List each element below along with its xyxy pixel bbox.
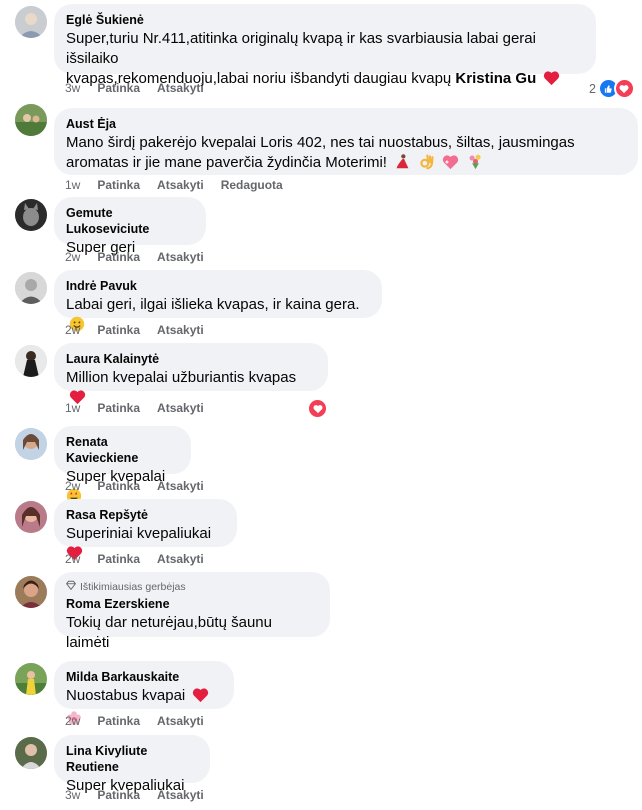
comment-bubble: Rasa Repšytė Superiniai kvepaliukai [54,499,237,561]
comment-actions: 1w Patinka Atsakyti Redaguota [65,177,283,193]
top-fan-badge[interactable]: Ištikimiausias gerbėjas [65,580,318,594]
reaction-summary[interactable]: 2 [589,78,635,99]
reply-button[interactable]: Atsakyti [157,80,204,96]
timestamp[interactable]: 2w [65,478,80,494]
comment-bubble: Laura Kalainytė Million kvepalai užburia… [54,343,328,405]
reply-button[interactable]: Atsakyti [157,478,204,494]
avatar[interactable] [15,428,47,460]
avatar[interactable] [15,272,47,304]
author-name[interactable]: Indrė Pavuk [66,278,370,294]
author-name[interactable]: Laura Kalainytė [66,351,316,367]
timestamp[interactable]: 1w [65,400,80,416]
timestamp[interactable]: 1w [65,177,80,193]
avatar[interactable] [15,501,47,533]
author-name[interactable]: Eglė Šukienė [66,12,584,28]
timestamp[interactable]: 3w [65,80,80,96]
avatar[interactable] [15,663,47,695]
like-button[interactable]: Patinka [97,249,140,265]
sparkling-heart-emoji-icon [442,154,459,176]
like-button[interactable]: Patinka [97,787,140,803]
timestamp[interactable]: 2w [65,249,80,265]
comment-actions: 2w Patinka Atsakyti [65,551,204,567]
author-name[interactable]: Milda Barkauskaite [66,669,222,685]
tagged-user[interactable]: Kristina Gu [455,70,536,87]
reply-button[interactable]: Atsakyti [157,787,204,803]
like-button[interactable]: Patinka [97,713,140,729]
like-button[interactable]: Patinka [97,551,140,567]
author-name[interactable]: Lina Kivyliute Reutiene [66,743,198,775]
diamond-icon [65,580,77,594]
comment-text: Mano širdį pakerėjo kvepalai Loris 402, … [66,133,626,176]
comment-bubble: Gemute Lukoseviciute Super geri [54,197,206,256]
comment-bubble: Indrė Pavuk Labai geri, ilgai išlieka kv… [54,270,382,332]
timestamp[interactable]: 2w [65,713,80,729]
reply-button[interactable]: Atsakyti [157,322,204,338]
avatar[interactable] [15,104,47,136]
comment-bubble: Ištikimiausias gerbėjas Roma Ezerskiene … [54,572,330,651]
reply-button[interactable]: Atsakyti [157,713,204,729]
comment-actions: 1w Patinka Atsakyti [65,400,204,416]
avatar[interactable] [15,199,47,231]
edited-label[interactable]: Redaguota [221,177,283,193]
heart-emoji-icon [543,70,560,92]
comment-bubble: Lina Kivyliute Reutiene Super kvepaliuka… [54,735,210,794]
dancer-emoji-icon [394,153,411,176]
reply-button[interactable]: Atsakyti [157,400,204,416]
like-button[interactable]: Patinka [97,80,140,96]
like-button[interactable]: Patinka [97,400,140,416]
like-button[interactable]: Patinka [97,322,140,338]
comment-actions: 2w Patinka Atsakyti [65,713,204,729]
like-button[interactable]: Patinka [97,478,140,494]
ok-hand-emoji-icon [418,153,435,176]
comment-bubble: Eglė Šukienė Super,turiu Nr.411,atitinka… [54,4,596,87]
comment-actions: 3w Patinka Atsakyti [65,787,204,803]
reply-button[interactable]: Atsakyti [157,249,204,265]
timestamp[interactable]: 3w [65,787,80,803]
comment-actions: 3w Patinka Atsakyti [65,80,204,96]
comment-bubble: Renata Kavieckiene Super kvepalai [54,426,191,504]
reaction-count: 2 [589,81,596,96]
comment-actions: 2w Patinka Atsakyti [65,478,204,494]
reply-button[interactable]: Atsakyti [157,551,204,567]
timestamp[interactable]: 2w [65,551,80,567]
heart-emoji-icon [192,687,209,709]
author-name[interactable]: Gemute Lukoseviciute [66,205,194,237]
reaction-summary[interactable] [307,398,328,419]
author-name[interactable]: Renata Kavieckiene [66,434,179,466]
reply-button[interactable]: Atsakyti [157,177,204,193]
timestamp[interactable]: 2w [65,322,80,338]
love-reaction-icon [613,78,635,99]
comment-actions: 2w Patinka Atsakyti [65,322,204,338]
comment-actions: 2w Patinka Atsakyti [65,249,204,265]
comment-bubble: Aust Ėja Mano širdį pakerėjo kvepalai Lo… [54,108,638,175]
like-button[interactable]: Patinka [97,177,140,193]
author-name[interactable]: Aust Ėja [66,116,626,132]
comment-bubble: Milda Barkauskaite Nuostabus kvapai [54,661,234,725]
comment-text: Tokių dar neturėjau,būtų šaunu laimėti [66,614,272,651]
avatar[interactable] [15,345,47,377]
avatar[interactable] [15,576,47,608]
bouquet-emoji-icon [467,153,484,176]
author-name[interactable]: Rasa Repšytė [66,507,225,523]
love-reaction-icon [307,398,328,419]
author-name[interactable]: Roma Ezerskiene [66,596,318,612]
avatar[interactable] [15,737,47,769]
avatar[interactable] [15,6,47,38]
